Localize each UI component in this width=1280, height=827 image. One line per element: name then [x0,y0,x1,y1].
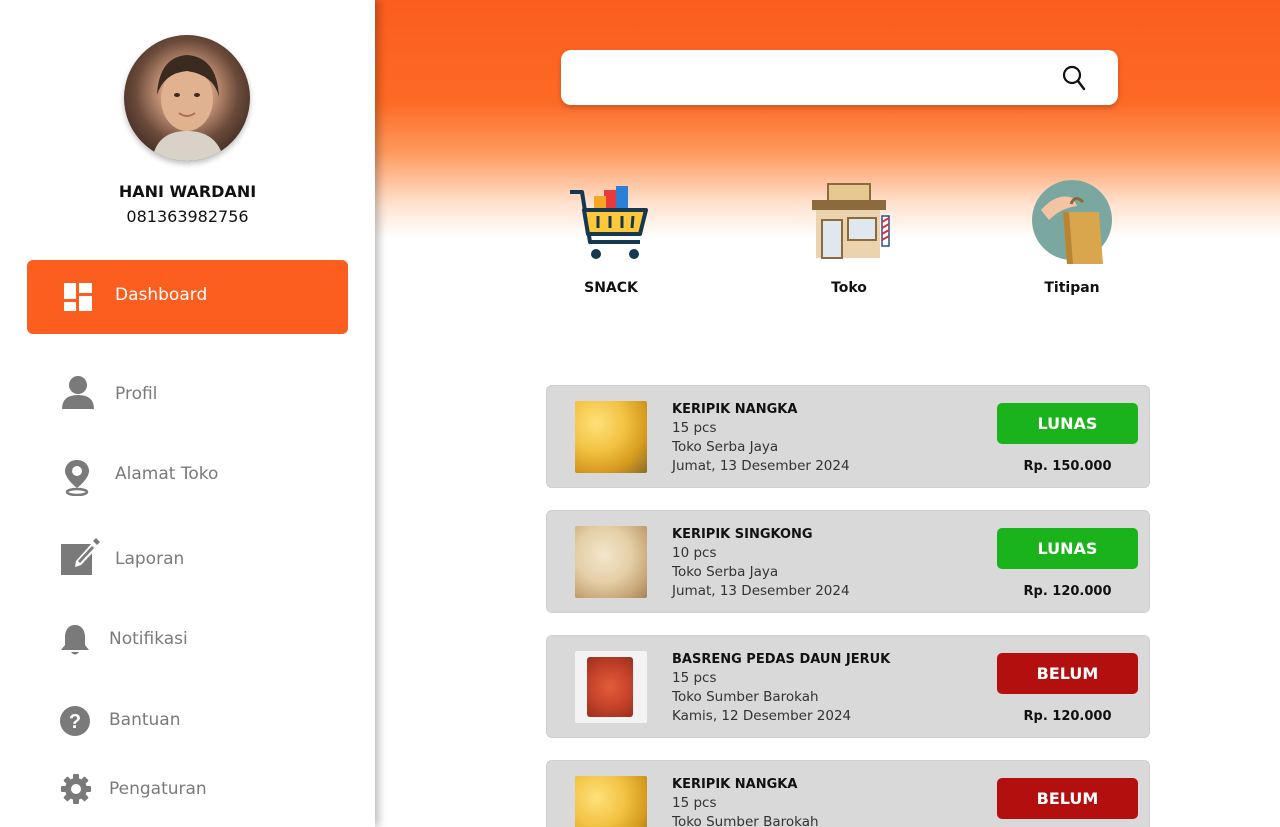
bell-icon [59,623,91,661]
status-button-unpaid[interactable]: BELUM [997,778,1138,819]
nav-label-pengaturan: Pengaturan [109,779,207,799]
nav-item-dashboard[interactable]: Dashboard [27,260,348,334]
order-product-name: KERIPIK SINGKONG [672,527,813,542]
order-card[interactable]: KERIPIK NANGKA 15 pcs Toko Serba Jaya Ju… [546,385,1150,488]
order-card[interactable]: BASRENG PEDAS DAUN JERUK 15 pcs Toko Sum… [546,635,1150,738]
order-qty: 15 pcs [672,670,717,686]
nav-item-notifikasi[interactable]: Notifikasi [0,615,375,665]
order-qty: 15 pcs [672,795,717,811]
category-label: Toko [831,280,867,296]
nav-label-bantuan: Bantuan [109,710,181,730]
order-price: Rp. 120.000 [1023,709,1112,724]
nav-label-notifikasi: Notifikasi [109,629,188,649]
order-product-name: KERIPIK NANGKA [672,402,798,417]
nav-label-profil: Profil [115,384,158,404]
user-icon [60,375,96,413]
location-pin-icon [62,458,92,500]
search-icon[interactable] [1062,65,1086,95]
status-button-unpaid[interactable]: BELUM [997,653,1138,694]
avatar[interactable] [124,35,250,161]
order-store: Toko Serba Jaya [672,564,779,580]
nav-label-dashboard: Dashboard [115,285,208,305]
product-image [575,651,647,723]
shopping-bag-icon [1027,176,1117,266]
order-store: Toko Serba Jaya [672,439,779,455]
nav-item-profil[interactable]: Profil [0,370,375,420]
order-price: Rp. 150.000 [1023,459,1112,474]
help-icon: ? [59,705,91,741]
order-date: Jumat, 13 Desember 2024 [672,583,850,599]
nav-item-laporan[interactable]: Laporan [0,535,375,585]
edit-icon [60,537,100,581]
dashboard-icon [63,282,93,316]
sidebar: HANI WARDANI 081363982756 Dashboard Prof… [0,0,375,827]
nav-label-alamat-toko: Alamat Toko [115,464,219,484]
category-label: SNACK [584,280,638,296]
order-date: Jumat, 13 Desember 2024 [672,458,850,474]
svg-text:?: ? [69,711,81,733]
category-titipan[interactable]: Titipan [1002,176,1142,296]
gear-icon [60,773,92,809]
category-toko[interactable]: Toko [779,176,919,296]
nav-label-laporan: Laporan [115,549,185,569]
product-image [575,526,647,598]
search-input[interactable] [561,50,1118,105]
order-price: Rp. 120.000 [1023,584,1112,599]
order-card[interactable]: KERIPIK NANGKA 15 pcs Toko Sumber Baroka… [546,760,1150,827]
store-icon [804,176,894,266]
nav-item-pengaturan[interactable]: Pengaturan [0,765,375,815]
user-phone: 081363982756 [126,207,249,226]
order-store: Toko Sumber Barokah [672,814,819,827]
category-snack[interactable]: SNACK [541,176,681,296]
shopping-cart-icon [566,176,656,266]
order-store: Toko Sumber Barokah [672,689,819,705]
order-qty: 15 pcs [672,420,717,436]
order-card[interactable]: KERIPIK SINGKONG 10 pcs Toko Serba Jaya … [546,510,1150,613]
order-date: Kamis, 12 Desember 2024 [672,708,852,724]
product-image [575,401,647,473]
user-name: HANI WARDANI [118,182,257,201]
nav-item-bantuan[interactable]: ? Bantuan [0,696,375,746]
category-label: Titipan [1044,280,1100,296]
nav-item-alamat-toko[interactable]: Alamat Toko [0,450,375,500]
order-qty: 10 pcs [672,545,717,561]
status-button-paid[interactable]: LUNAS [997,528,1138,569]
main-content: SNACK Toko Titipan KERIPIK NANGKA 15 pcs… [375,0,1280,827]
order-product-name: BASRENG PEDAS DAUN JERUK [672,652,891,667]
product-image [575,776,647,827]
status-button-paid[interactable]: LUNAS [997,403,1138,444]
order-product-name: KERIPIK NANGKA [672,777,798,792]
